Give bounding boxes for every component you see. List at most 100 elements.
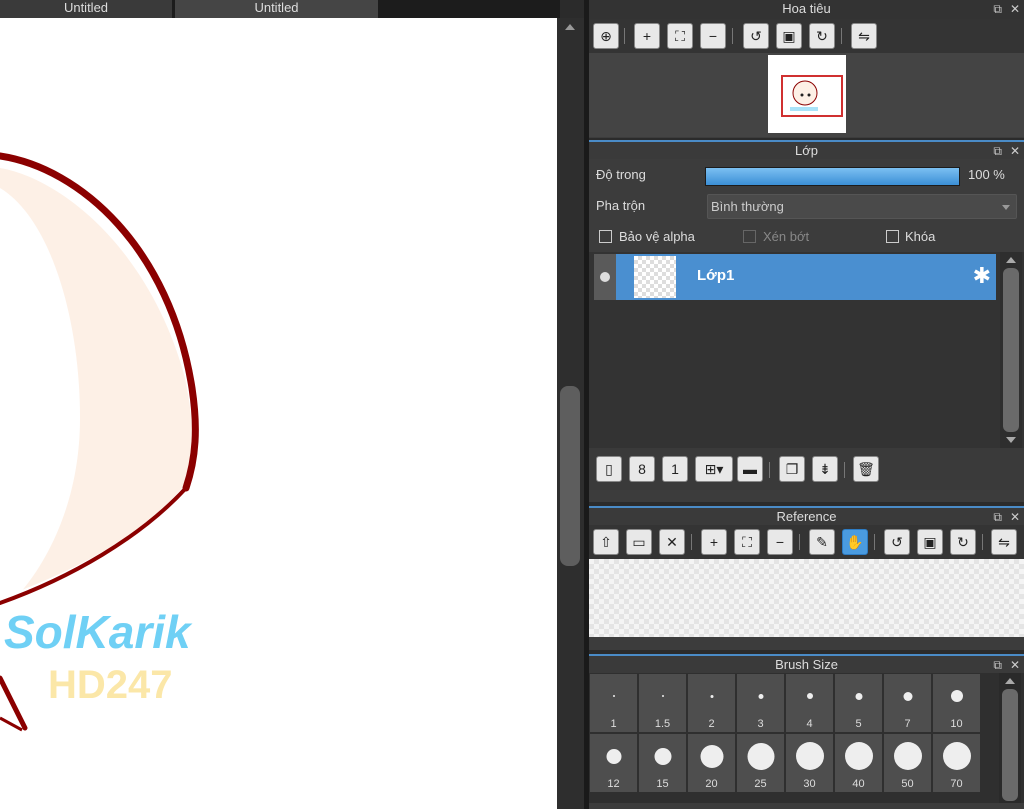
separator <box>844 462 845 478</box>
duplicate-layer-icon[interactable]: ❐ <box>779 456 805 482</box>
brush-size-panel: Brush Size ⧉ ✕ 70 50 40 30 25 20 15 12 10 7 5 4 3 2 1.… <box>589 654 1024 809</box>
brush-dot-icon <box>903 691 912 701</box>
zoom-actual-icon[interactable]: ⊕ <box>593 23 619 49</box>
flip-horizontal-icon[interactable]: ⇋ <box>851 23 877 49</box>
reset-view-icon[interactable]: ▣ <box>776 23 802 49</box>
brush-size-cell[interactable]: 20 <box>688 734 735 792</box>
new-1bit-layer-icon[interactable]: 1 <box>662 456 688 482</box>
brush-size-cell[interactable]: 1 <box>590 674 637 732</box>
brush-size-cell[interactable]: 7 <box>884 674 931 732</box>
app-window: Untitled Untitled SolKarik HD247 Hoa tiê… <box>0 0 1024 809</box>
add-layer-menu-icon[interactable]: ⊞▾ <box>695 456 733 482</box>
brush-size-label: 4 <box>806 718 813 730</box>
new-8bit-layer-icon[interactable]: 8 <box>629 456 655 482</box>
brush-size-cell[interactable]: 30 <box>786 734 833 792</box>
brush-size-title: Brush Size <box>775 657 838 672</box>
fit-window-icon[interactable]: ⛶ <box>667 23 693 49</box>
clipping-label: Xén bớt <box>763 229 810 244</box>
reset-view-icon[interactable]: ▣ <box>917 529 943 555</box>
zoom-in-icon[interactable]: + <box>634 23 660 49</box>
new-layer-icon[interactable]: ▯ <box>596 456 622 482</box>
layer-panel-title: Lớp <box>795 143 818 158</box>
navigator-title: Hoa tiêu <box>782 1 831 16</box>
merge-layer-icon[interactable]: ⇟ <box>812 456 838 482</box>
brush-size-cell[interactable]: 40 <box>835 734 882 792</box>
opacity-slider[interactable] <box>705 167 960 186</box>
separator <box>732 28 733 44</box>
rotate-right-icon[interactable]: ↻ <box>950 529 976 555</box>
fit-window-icon[interactable]: ⛶ <box>734 529 760 555</box>
chevron-down-icon <box>1002 205 1010 210</box>
scroll-up-arrow-icon[interactable] <box>1005 678 1015 684</box>
flip-horizontal-icon[interactable]: ⇋ <box>991 529 1017 555</box>
close-reference-icon[interactable]: ✕ <box>659 529 685 555</box>
scroll-up-arrow-icon[interactable] <box>1006 257 1016 263</box>
close-icon[interactable]: ✕ <box>1010 509 1020 526</box>
navigator-thumbnail[interactable] <box>768 55 846 133</box>
folder-icon[interactable]: ▬ <box>737 456 763 482</box>
brush-size-cell[interactable]: 2 <box>688 674 735 732</box>
brush-size-scrollbar[interactable] <box>999 673 1021 803</box>
brush-size-cell[interactable]: 70 <box>933 734 980 792</box>
blend-mode-select[interactable]: Bình thường <box>707 194 1017 219</box>
popout-icon[interactable]: ⧉ <box>993 143 1002 160</box>
lock-checkbox[interactable] <box>886 230 899 243</box>
navigator-view-frame[interactable] <box>781 75 843 117</box>
hand-icon[interactable]: ✋ <box>842 529 868 555</box>
close-icon[interactable]: ✕ <box>1010 1 1020 18</box>
brush-dot-icon <box>844 742 873 770</box>
eyedropper-icon[interactable]: ✎ <box>809 529 835 555</box>
brush-dot-icon <box>758 693 763 699</box>
brush-size-cell[interactable]: 50 <box>884 734 931 792</box>
layer-name: Lớp1 <box>697 267 735 284</box>
visibility-toggle[interactable] <box>594 254 616 300</box>
rotate-right-icon[interactable]: ↻ <box>809 23 835 49</box>
popout-icon[interactable]: ⧉ <box>993 509 1002 526</box>
brush-size-cell[interactable]: 10 <box>933 674 980 732</box>
brush-dot-icon <box>855 692 862 700</box>
brush-size-cell[interactable]: 3 <box>737 674 784 732</box>
reference-preview[interactable] <box>589 559 1024 637</box>
brush-size-cell[interactable]: 25 <box>737 734 784 792</box>
trash-icon[interactable]: 🗑 <box>853 456 879 482</box>
zoom-out-icon[interactable]: − <box>700 23 726 49</box>
document-tab-bar: Untitled Untitled <box>0 0 560 18</box>
scrollbar-thumb[interactable] <box>560 386 580 566</box>
scrollbar-thumb[interactable] <box>1002 689 1018 801</box>
tab-untitled-2[interactable]: Untitled <box>175 0 378 18</box>
brush-size-cell[interactable]: 4 <box>786 674 833 732</box>
opacity-label: Độ trong <box>596 167 646 182</box>
scrollbar-thumb[interactable] <box>1003 268 1019 432</box>
rotate-left-icon[interactable]: ↺ <box>884 529 910 555</box>
layer-list-scrollbar[interactable] <box>1000 252 1022 448</box>
brush-size-cell[interactable]: 12 <box>590 734 637 792</box>
canvas-scrollbar[interactable] <box>557 18 584 809</box>
zoom-out-icon[interactable]: − <box>767 529 793 555</box>
scroll-up-arrow-icon[interactable] <box>565 24 575 30</box>
scroll-down-arrow-icon[interactable] <box>1006 437 1016 443</box>
separator <box>874 534 875 550</box>
opacity-row: Độ trong 100 % <box>589 159 1024 190</box>
close-icon[interactable]: ✕ <box>1010 657 1020 674</box>
brush-dot-icon <box>710 694 713 698</box>
brush-dot-icon <box>950 690 963 702</box>
tab-untitled-1[interactable]: Untitled <box>0 0 172 18</box>
popout-icon[interactable]: ⧉ <box>993 657 1002 674</box>
brush-dot-icon <box>612 695 615 697</box>
brush-size-label: 10 <box>950 718 963 730</box>
open-folder-icon[interactable]: ▭ <box>626 529 652 555</box>
navigator-preview[interactable] <box>589 53 1024 137</box>
upload-icon[interactable]: ⇧ <box>593 529 619 555</box>
brush-size-cell[interactable]: 15 <box>639 734 686 792</box>
brush-size-cell[interactable]: 5 <box>835 674 882 732</box>
clipping-checkbox[interactable] <box>743 230 756 243</box>
zoom-in-icon[interactable]: + <box>701 529 727 555</box>
popout-icon[interactable]: ⧉ <box>993 1 1002 18</box>
close-icon[interactable]: ✕ <box>1010 143 1020 160</box>
drawing-canvas[interactable]: SolKarik HD247 <box>0 18 557 809</box>
rotate-left-icon[interactable]: ↺ <box>743 23 769 49</box>
gear-icon[interactable]: ✱ <box>973 264 991 288</box>
protect-alpha-checkbox[interactable] <box>599 230 612 243</box>
brush-size-cell[interactable]: 1.5 <box>639 674 686 732</box>
layer-item[interactable]: Lớp1 ✱ <box>594 254 996 300</box>
